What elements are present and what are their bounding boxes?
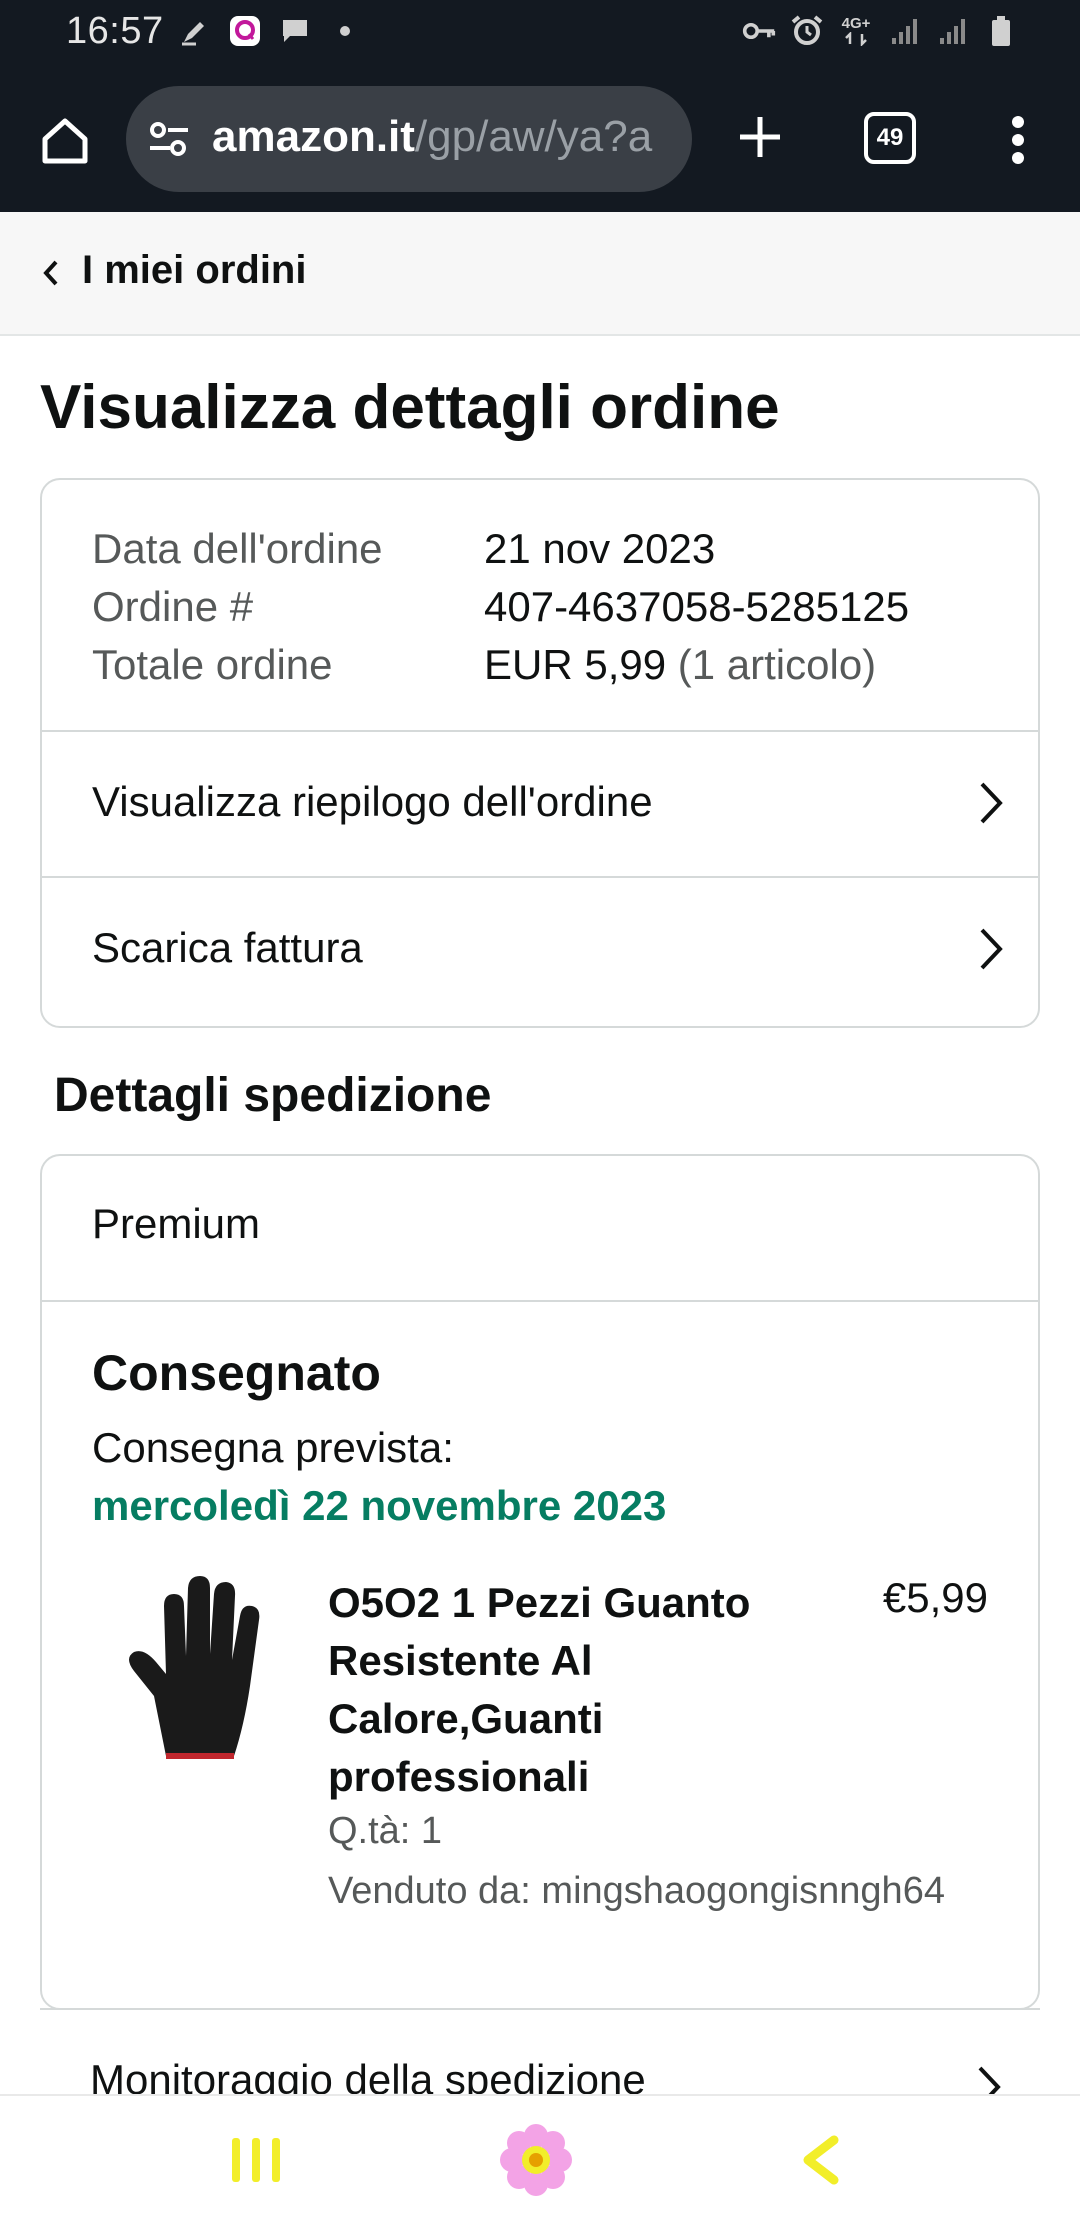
browser-toolbar: amazon.it/gp/aw/ya?a 49	[0, 66, 1080, 212]
network-label: 4G+	[841, 15, 871, 32]
more-vert-icon	[1012, 116, 1024, 164]
system-nav-bar	[0, 2094, 1080, 2220]
product-seller: Venduto da: mingshaogongisnngh64	[328, 1870, 945, 1912]
order-summary-card: Data dell'ordine 21 nov 2023 Ordine # 40…	[40, 478, 1040, 1028]
browser-home-button[interactable]	[30, 106, 100, 176]
product-price: €5,99	[882, 1574, 988, 1621]
status-right-icons: 4G+	[742, 14, 1018, 48]
status-time: 16:57	[66, 10, 164, 52]
track-shipment-link[interactable]: Monitoraggio della spedizione	[40, 2008, 1040, 2108]
product-title[interactable]: O5O2 1 Pezzi Guanto Resistente Al Calore…	[328, 1574, 808, 1806]
order-number-value: 407-4637058-5285125	[484, 583, 910, 630]
signal-icon	[888, 14, 922, 48]
dot-icon	[328, 14, 362, 48]
status-bar: 16:57 4G+	[0, 0, 1080, 66]
order-item-count: (1 articolo)	[677, 641, 877, 688]
tab-switcher-button[interactable]: 49	[864, 112, 916, 164]
delivery-date: mercoledì 22 novembre 2023	[92, 1482, 667, 1529]
order-total-value-wrap: EUR 5,99 (1 articolo)	[484, 636, 876, 694]
download-invoice-link[interactable]: Scarica fattura	[42, 876, 1038, 1022]
view-order-summary-link[interactable]: Visualizza riepilogo dell'ordine	[42, 730, 1038, 876]
pen-notification-icon	[178, 14, 212, 48]
shipping-card: Premium Consegnato Consegna prevista: me…	[40, 1154, 1040, 2010]
order-date-value: 21 nov 2023	[484, 525, 716, 572]
browser-menu-button[interactable]	[994, 108, 1042, 172]
breadcrumb-my-orders[interactable]: I miei ordini	[82, 248, 306, 293]
delivery-label: Consegna prevista:	[92, 1424, 454, 1471]
battery-icon	[984, 14, 1018, 48]
download-invoice-label: Scarica fattura	[92, 924, 363, 971]
home-icon	[42, 118, 88, 164]
order-date-label: Data dell'ordine	[92, 525, 383, 572]
order-total-row: Totale ordine EUR 5,99 (1 articolo)	[92, 636, 909, 694]
order-number-label: Ordine #	[92, 583, 254, 630]
chevron-right-icon	[980, 928, 1003, 970]
chevron-right-icon	[980, 782, 1003, 824]
url-domain: amazon.it	[212, 112, 415, 161]
delivery-status: Consegnato	[92, 1345, 381, 1401]
status-left-icons	[178, 14, 362, 48]
order-total-label: Totale ordine	[92, 641, 333, 688]
alarm-icon	[790, 14, 824, 48]
order-number-row: Ordine # 407-4637058-5285125	[92, 578, 909, 636]
breadcrumb[interactable]: I miei ordini	[0, 212, 1080, 336]
address-bar[interactable]: amazon.it/gp/aw/ya?a	[126, 86, 692, 192]
network-4g-icon: 4G+	[838, 14, 874, 48]
view-order-summary-label: Visualizza riepilogo dell'ordine	[92, 778, 653, 825]
pink-app-icon	[228, 14, 262, 48]
tab-count: 49	[876, 124, 904, 151]
divider	[42, 1300, 1038, 1302]
message-icon	[278, 14, 312, 48]
vpn-key-icon	[742, 14, 776, 48]
order-total-value: EUR 5,99	[484, 641, 667, 688]
home-flower-icon[interactable]	[498, 2122, 574, 2198]
recent-apps-icon[interactable]	[228, 2134, 284, 2186]
new-tab-button[interactable]	[730, 102, 790, 172]
back-icon[interactable]	[798, 2134, 842, 2186]
shipping-section-title: Dettagli spedizione	[54, 1069, 492, 1122]
shipping-method: Premium	[92, 1200, 261, 1247]
order-date-row: Data dell'ordine 21 nov 2023	[92, 520, 909, 578]
black-glove-icon[interactable]	[114, 1566, 284, 1776]
chevron-left-icon	[43, 260, 58, 286]
site-settings-icon[interactable]	[146, 116, 192, 162]
order-info: Data dell'ordine 21 nov 2023 Ordine # 40…	[92, 520, 909, 694]
product-quantity: Q.tà: 1	[328, 1810, 443, 1852]
url-path: /gp/aw/ya?a	[414, 112, 653, 161]
signal-icon	[936, 14, 970, 48]
plus-icon	[740, 117, 780, 157]
url-text[interactable]: amazon.it/gp/aw/ya?a	[212, 112, 652, 162]
page-title: Visualizza dettagli ordine	[40, 373, 780, 442]
